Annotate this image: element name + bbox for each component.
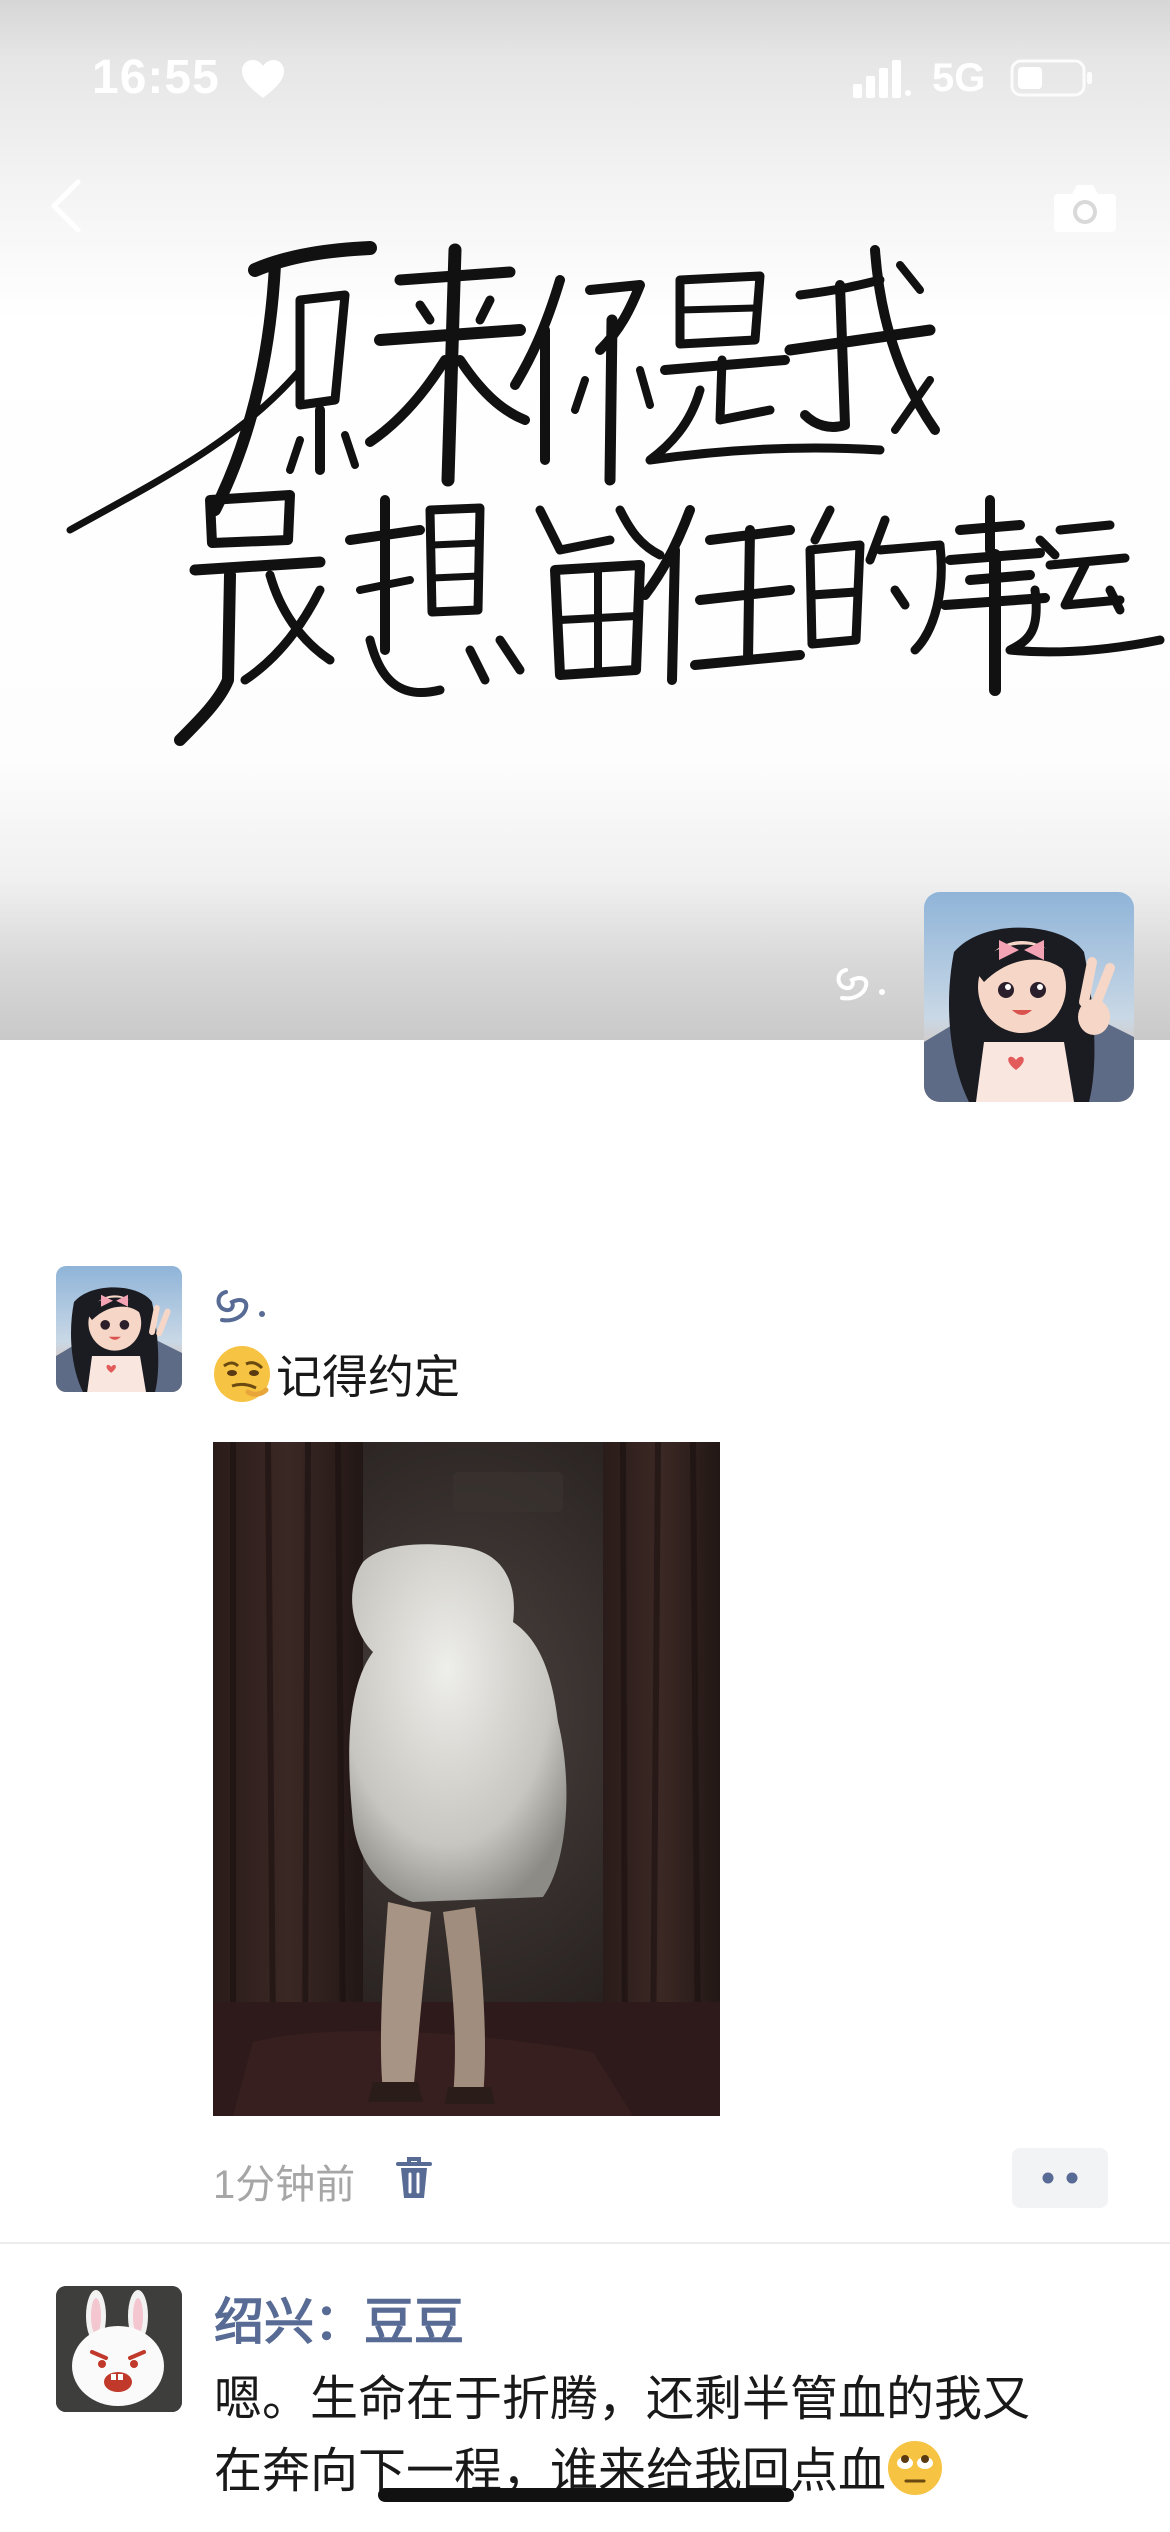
calligraphy-artwork [66, 241, 1165, 746]
signal-icon [853, 60, 911, 98]
post-text-row: 记得约定 [212, 1342, 460, 1406]
avatar-illustration [56, 1266, 182, 1392]
post2-author-avatar[interactable] [56, 2286, 182, 2412]
post2-author-name[interactable]: 绍兴：豆豆 [214, 2282, 464, 2354]
post2-text-line1: 嗯。生命在于折腾，还剩半管血的我又 [214, 2373, 1031, 2426]
post-text: 记得约定 [276, 1351, 460, 1403]
trash-icon[interactable] [396, 2156, 432, 2200]
post-author-signature-icon[interactable] [212, 1280, 276, 1328]
post2-text: 嗯。生命在于折腾，还剩半管血的我又 在奔向下一程，谁来给我回点血 [214, 2364, 1134, 2508]
post-author-avatar[interactable] [56, 1266, 182, 1392]
more-dots-icon [1042, 2172, 1078, 2184]
more-options-button[interactable] [1012, 2148, 1108, 2208]
post-divider [0, 2242, 1170, 2244]
home-indicator[interactable] [378, 2488, 794, 2502]
camera-icon[interactable] [1052, 180, 1118, 234]
rabbit-avatar-illustration [56, 2286, 182, 2412]
photo-content [213, 1442, 720, 2116]
battery-icon [1010, 59, 1092, 97]
post-photo[interactable] [213, 1442, 720, 2116]
status-time: 16:55 [92, 51, 220, 104]
profile-avatar[interactable] [924, 892, 1134, 1102]
cover-image[interactable] [0, 0, 1170, 1040]
post-timestamp: 1分钟前 [213, 2163, 356, 2207]
chevron-left-icon[interactable] [44, 176, 88, 236]
signature-glyph-icon [836, 968, 885, 1001]
smirk-emoji-icon [214, 1346, 270, 1402]
avatar-illustration [924, 892, 1134, 1102]
heart-icon [242, 60, 284, 98]
network-label: 5G [932, 56, 986, 100]
roll-eyes-emoji-icon [888, 2441, 943, 2495]
